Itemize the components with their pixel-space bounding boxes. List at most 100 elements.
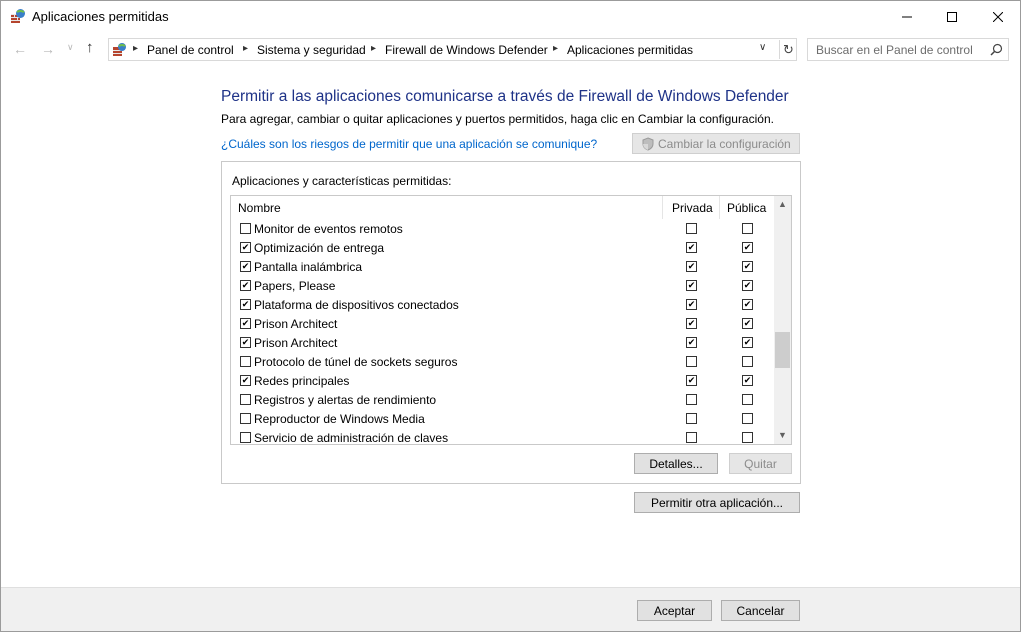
app-enabled-checkbox[interactable] — [240, 432, 251, 443]
app-row[interactable]: ✔ Papers, Please ✔ ✔ — [231, 276, 774, 295]
private-network-checkbox[interactable] — [686, 356, 697, 367]
breadcrumb-separator-icon: ▸ — [133, 43, 139, 54]
remove-button[interactable]: Quitar — [729, 453, 792, 474]
private-network-checkbox[interactable]: ✔ — [686, 242, 697, 253]
app-enabled-checkbox[interactable]: ✔ — [240, 261, 251, 272]
app-row[interactable]: ✔ Pantalla inalámbrica ✔ ✔ — [231, 257, 774, 276]
column-divider — [719, 196, 720, 219]
maximize-icon — [947, 11, 957, 22]
apps-list: Nombre Privada Pública Monitor de evento… — [230, 195, 792, 445]
refresh-icon[interactable]: ↻ — [779, 40, 797, 59]
app-row[interactable]: ✔ Optimización de entrega ✔ ✔ — [231, 238, 774, 257]
app-row[interactable]: ✔ Prison Architect ✔ ✔ — [231, 333, 774, 352]
scroll-down-icon[interactable]: ▼ — [774, 430, 791, 440]
allowed-apps-window: Aplicaciones permitidas ← → ∨ ↑ ▸ Panel … — [0, 0, 1021, 632]
public-network-checkbox[interactable] — [742, 394, 753, 405]
public-network-checkbox[interactable]: ✔ — [742, 261, 753, 272]
close-button[interactable] — [975, 1, 1021, 32]
private-network-checkbox[interactable] — [686, 432, 697, 443]
public-network-checkbox[interactable] — [742, 223, 753, 234]
details-button[interactable]: Detalles... — [634, 453, 718, 474]
app-row[interactable]: Reproductor de Windows Media — [231, 409, 774, 428]
app-row[interactable]: ✔ Redes principales ✔ ✔ — [231, 371, 774, 390]
app-enabled-checkbox[interactable] — [240, 394, 251, 405]
public-network-checkbox[interactable] — [742, 432, 753, 443]
column-private-header[interactable]: Privada — [672, 201, 713, 215]
recent-locations-chevron-icon[interactable]: ∨ — [67, 42, 74, 53]
public-network-checkbox[interactable] — [742, 356, 753, 367]
address-bar[interactable]: ▸ Panel de control ▸ Sistema y seguridad… — [108, 38, 797, 61]
app-name: Papers, Please — [254, 279, 336, 293]
app-row[interactable]: Monitor de eventos remotos — [231, 219, 774, 238]
private-network-checkbox[interactable]: ✔ — [686, 375, 697, 386]
minimize-button[interactable] — [884, 1, 930, 32]
address-dropdown-icon[interactable]: ∨ — [759, 42, 766, 53]
change-settings-label: Cambiar la configuración — [658, 136, 791, 151]
control-panel-icon — [113, 43, 126, 56]
scroll-up-icon[interactable]: ▲ — [774, 199, 791, 209]
app-row[interactable]: Protocolo de túnel de sockets seguros — [231, 352, 774, 371]
breadcrumb-firewall[interactable]: Firewall de Windows Defender — [385, 43, 548, 57]
ok-button[interactable]: Aceptar — [637, 600, 712, 621]
app-row[interactable]: ✔ Prison Architect ✔ ✔ — [231, 314, 774, 333]
app-row[interactable]: Registros y alertas de rendimiento — [231, 390, 774, 409]
private-network-checkbox[interactable] — [686, 223, 697, 234]
public-network-checkbox[interactable]: ✔ — [742, 299, 753, 310]
breadcrumb-control-panel[interactable]: Panel de control — [147, 43, 234, 57]
app-name: Registros y alertas de rendimiento — [254, 393, 437, 407]
app-enabled-checkbox[interactable]: ✔ — [240, 375, 251, 386]
allow-another-app-button[interactable]: Permitir otra aplicación... — [634, 492, 800, 513]
cancel-button[interactable]: Cancelar — [721, 600, 800, 621]
list-scrollbar[interactable]: ▲ ▼ — [774, 196, 791, 444]
private-network-checkbox[interactable]: ✔ — [686, 261, 697, 272]
private-network-checkbox[interactable]: ✔ — [686, 318, 697, 329]
public-network-checkbox[interactable]: ✔ — [742, 242, 753, 253]
app-enabled-checkbox[interactable]: ✔ — [240, 242, 251, 253]
apps-rows: Monitor de eventos remotos ✔ Optimización … — [231, 219, 774, 445]
app-name: Redes principales — [254, 374, 350, 388]
app-enabled-checkbox[interactable]: ✔ — [240, 280, 251, 291]
private-network-checkbox[interactable]: ✔ — [686, 299, 697, 310]
maximize-button[interactable] — [929, 1, 975, 32]
app-enabled-checkbox[interactable] — [240, 223, 251, 234]
window-title: Aplicaciones permitidas — [32, 9, 169, 24]
page-description: Para agregar, cambiar o quitar aplicacio… — [221, 112, 774, 126]
public-network-checkbox[interactable]: ✔ — [742, 318, 753, 329]
public-network-checkbox[interactable]: ✔ — [742, 375, 753, 386]
app-name: Prison Architect — [254, 317, 338, 331]
app-enabled-checkbox[interactable]: ✔ — [240, 318, 251, 329]
app-row[interactable]: Servicio de administración de claves — [231, 428, 774, 445]
breadcrumb-allowed-apps[interactable]: Aplicaciones permitidas — [567, 43, 693, 57]
up-arrow-icon[interactable]: ↑ — [86, 39, 94, 56]
app-enabled-checkbox[interactable] — [240, 356, 251, 367]
back-arrow-icon[interactable]: ← — [13, 41, 27, 57]
public-network-checkbox[interactable]: ✔ — [742, 337, 753, 348]
column-public-header[interactable]: Pública — [727, 201, 766, 215]
app-name: Pantalla inalámbrica — [254, 260, 363, 274]
column-name-header[interactable]: Nombre — [238, 201, 281, 215]
app-name: Plataforma de dispositivos conectados — [254, 298, 459, 312]
list-header: Nombre Privada Pública — [231, 196, 774, 219]
change-settings-button[interactable]: Cambiar la configuración — [632, 133, 800, 154]
app-name: Protocolo de túnel de sockets seguros — [254, 355, 458, 369]
minimize-icon — [902, 16, 912, 17]
breadcrumb-separator-icon: ▸ — [553, 43, 559, 54]
public-network-checkbox[interactable]: ✔ — [742, 280, 753, 291]
app-name: Servicio de administración de claves — [254, 431, 449, 445]
scrollbar-thumb[interactable] — [775, 332, 790, 368]
breadcrumb-system-security[interactable]: Sistema y seguridad — [257, 43, 366, 57]
app-name: Reproductor de Windows Media — [254, 412, 425, 426]
search-box[interactable]: Buscar en el Panel de control — [807, 38, 1009, 61]
public-network-checkbox[interactable] — [742, 413, 753, 424]
private-network-checkbox[interactable]: ✔ — [686, 337, 697, 348]
forward-arrow-icon[interactable]: → — [41, 41, 55, 57]
app-enabled-checkbox[interactable] — [240, 413, 251, 424]
title-bar: Aplicaciones permitidas — [1, 1, 1020, 32]
app-enabled-checkbox[interactable]: ✔ — [240, 337, 251, 348]
private-network-checkbox[interactable] — [686, 394, 697, 405]
app-row[interactable]: ✔ Plataforma de dispositivos conectados ✔ ✔ — [231, 295, 774, 314]
app-enabled-checkbox[interactable]: ✔ — [240, 299, 251, 310]
private-network-checkbox[interactable] — [686, 413, 697, 424]
private-network-checkbox[interactable]: ✔ — [686, 280, 697, 291]
risk-info-link[interactable]: ¿Cuáles son los riesgos de permitir que … — [221, 137, 597, 151]
